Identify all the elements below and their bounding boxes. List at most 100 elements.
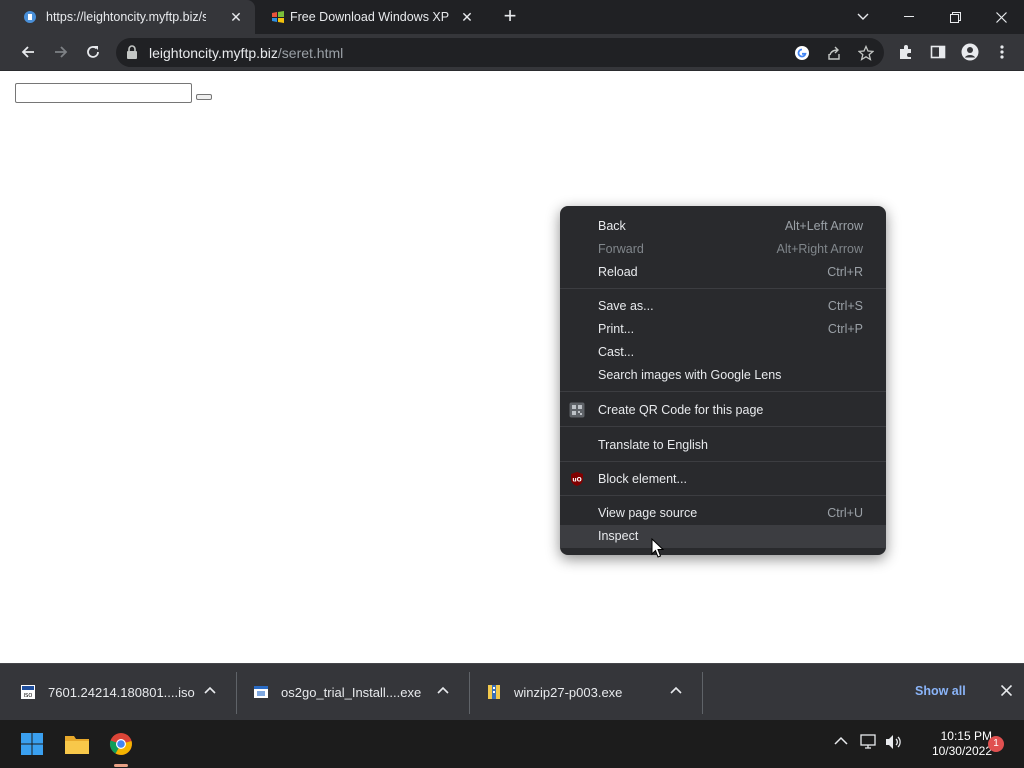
menu-item-create-qr-code[interactable]: Create QR Code for this page — [560, 399, 886, 422]
tab-strip: https://leightoncity.myftp.biz/seret.htm… — [0, 0, 1024, 34]
browser-toolbar: leightoncity.myftp.biz/seret.html — [0, 34, 1024, 71]
menu-separator — [560, 426, 886, 427]
tray-overflow-chevron-icon[interactable] — [834, 734, 848, 748]
chrome-icon[interactable] — [105, 728, 137, 760]
menu-separator — [560, 288, 886, 289]
tab-close-icon[interactable]: ✕ — [458, 8, 476, 26]
menu-item-shortcut: Alt+Right Arrow — [776, 242, 864, 256]
menu-item-view-source[interactable]: View page source Ctrl+U — [560, 502, 886, 525]
url-host: leightoncity.myftp.biz — [149, 45, 278, 61]
url-text[interactable]: leightoncity.myftp.biz/seret.html — [149, 45, 343, 61]
menu-separator — [560, 495, 886, 496]
share-icon[interactable] — [822, 41, 846, 65]
menu-item-shortcut: Alt+Left Arrow — [784, 219, 863, 233]
chevron-up-icon[interactable] — [670, 685, 682, 697]
svg-text:ISO: ISO — [24, 693, 33, 699]
profile-avatar-icon[interactable] — [956, 38, 984, 66]
download-filename: 7601.24214.180801....iso — [48, 685, 195, 700]
reload-icon[interactable] — [79, 38, 107, 66]
taskbar-clock[interactable]: 10:15 PM 10/30/2022 — [912, 729, 992, 759]
bookmark-star-icon[interactable] — [854, 41, 878, 65]
menu-item-shortcut: Ctrl+P — [827, 322, 863, 336]
side-panel-icon[interactable] — [924, 38, 952, 66]
google-lens-icon[interactable] — [790, 41, 814, 65]
clock-time: 10:15 PM — [940, 729, 992, 743]
menu-item-reload[interactable]: Reload Ctrl+R — [560, 261, 886, 284]
tab-title: https://leightoncity.myftp.biz/seret.htm… — [46, 10, 206, 24]
menu-separator — [560, 461, 886, 462]
menu-item-label: Inspect — [598, 529, 639, 543]
menu-item-translate[interactable]: Translate to English — [560, 434, 886, 457]
more-menu-icon[interactable] — [988, 38, 1016, 66]
mouse-pointer-icon — [651, 538, 665, 558]
menu-item-label: Translate to English — [598, 438, 709, 452]
show-all-downloads-link[interactable]: Show all — [915, 684, 966, 698]
ublock-icon: uO — [571, 472, 583, 486]
url-path: /seret.html — [277, 45, 344, 61]
menu-item-label: View page source — [598, 506, 698, 520]
menu-item-shortcut: Ctrl+U — [827, 506, 863, 520]
window-close-icon[interactable] — [978, 0, 1024, 34]
menu-item-back[interactable]: Back Alt+Left Arrow — [560, 215, 886, 238]
menu-item-label: Block element... — [598, 472, 687, 486]
page-favicon-icon — [24, 11, 36, 23]
download-item[interactable]: os2go_trial_Install....exe — [233, 664, 466, 721]
extensions-puzzle-icon[interactable] — [892, 38, 920, 66]
address-bar[interactable]: leightoncity.myftp.biz/seret.html — [116, 38, 884, 67]
chevron-up-icon[interactable] — [437, 685, 449, 697]
tab-inactive[interactable]: Free Download Windows XP ISO ✕ — [258, 0, 486, 34]
menu-item-block-element[interactable]: uO Block element... — [560, 468, 886, 491]
menu-item-label: Create QR Code for this page — [598, 403, 764, 417]
restore-icon[interactable] — [932, 0, 978, 34]
menu-item-print[interactable]: Print... Ctrl+P — [560, 318, 886, 341]
chrome-active-indicator — [114, 764, 128, 767]
installer-icon — [254, 686, 268, 698]
menu-item-forward[interactable]: Forward Alt+Right Arrow — [560, 238, 886, 261]
menu-item-label: Print... — [598, 322, 635, 336]
menu-item-google-lens[interactable]: Search images with Google Lens — [560, 364, 886, 387]
menu-item-cast[interactable]: Cast... — [560, 341, 886, 364]
menu-separator — [560, 391, 886, 392]
file-explorer-icon[interactable] — [61, 728, 93, 760]
menu-item-label: Forward — [598, 242, 644, 256]
notification-badge[interactable]: 1 — [988, 736, 1004, 752]
windows-taskbar: 10:15 PM 10/30/2022 — [0, 720, 1024, 768]
menu-item-label: Back — [598, 219, 626, 233]
back-arrow-icon[interactable] — [14, 38, 42, 66]
windows-start-icon[interactable] — [16, 728, 48, 760]
windows-xp-favicon-icon — [272, 11, 284, 23]
download-separator — [702, 672, 703, 714]
volume-icon[interactable] — [885, 734, 903, 750]
tab-search-chevron-icon[interactable] — [840, 0, 886, 34]
tab-title: Free Download Windows XP ISO — [290, 10, 450, 24]
network-icon[interactable] — [860, 734, 878, 750]
download-item[interactable]: ISO 7601.24214.180801....iso — [0, 664, 233, 721]
menu-item-label: Cast... — [598, 345, 635, 359]
context-menu: Back Alt+Left Arrow Forward Alt+Right Ar… — [560, 206, 886, 555]
page-text-input[interactable] — [15, 83, 192, 103]
tab-close-icon[interactable]: ✕ — [227, 8, 245, 26]
download-filename: os2go_trial_Install....exe — [281, 685, 422, 700]
new-tab-button[interactable]: + — [498, 5, 522, 29]
chevron-up-icon[interactable] — [204, 685, 216, 697]
tab-active[interactable]: https://leightoncity.myftp.biz/seret.htm… — [0, 0, 255, 34]
minimize-icon[interactable] — [886, 0, 932, 34]
close-download-shelf-icon[interactable] — [996, 682, 1016, 702]
download-shelf: ISO 7601.24214.180801....iso os2go_trial… — [0, 663, 1024, 720]
disc-image-icon: ISO — [21, 685, 35, 699]
menu-item-shortcut: Ctrl+S — [827, 299, 863, 313]
page-submit-button[interactable] — [196, 94, 212, 100]
menu-item-inspect[interactable]: Inspect — [560, 525, 886, 548]
menu-item-shortcut: Ctrl+R — [827, 265, 863, 279]
download-item[interactable]: winzip27-p003.exe — [466, 664, 699, 721]
clock-date: 10/30/2022 — [931, 744, 992, 758]
svg-text:uO: uO — [572, 477, 581, 484]
menu-item-save-as[interactable]: Save as... Ctrl+S — [560, 295, 886, 318]
menu-item-label: Reload — [598, 265, 638, 279]
download-filename: winzip27-p003.exe — [514, 685, 623, 700]
qr-code-icon — [569, 402, 585, 418]
lock-icon[interactable] — [126, 45, 138, 59]
winzip-icon — [488, 685, 500, 699]
menu-item-label: Search images with Google Lens — [598, 368, 782, 382]
forward-arrow-icon[interactable] — [47, 38, 75, 66]
